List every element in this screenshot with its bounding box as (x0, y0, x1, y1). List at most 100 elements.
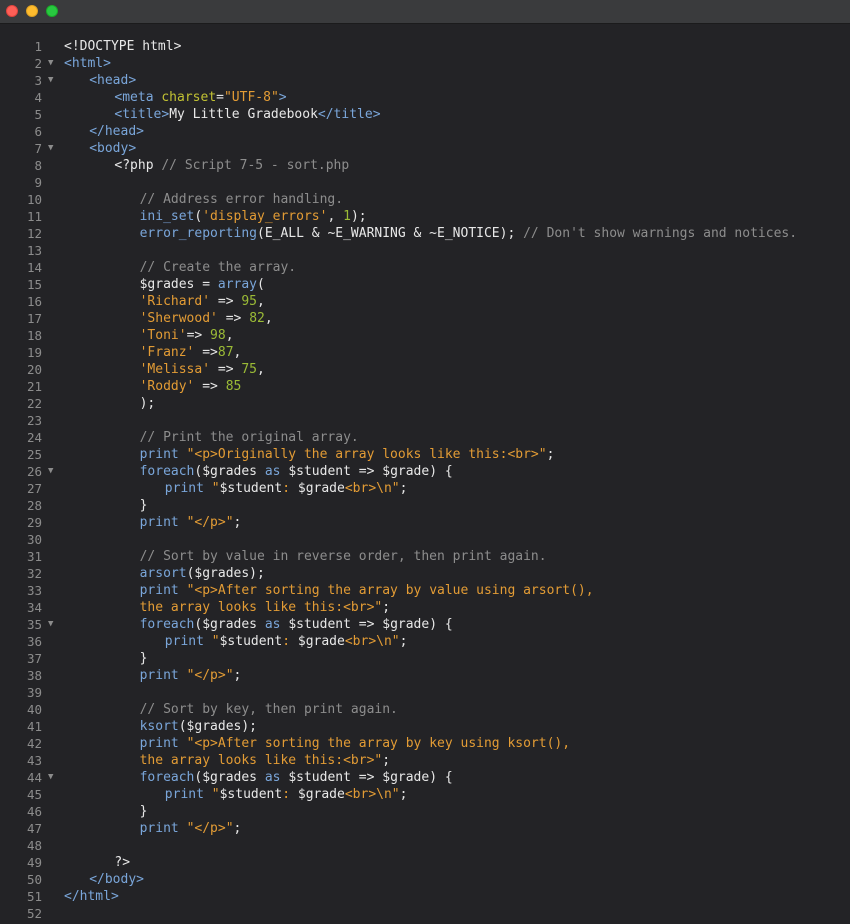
code-line[interactable]: 48 (0, 837, 850, 854)
line-text: <html> (64, 55, 111, 72)
code-token: // Sort by value in reverse order, then … (139, 549, 547, 564)
code-line[interactable]: 45 print "$student: $grade<br>\n"; (0, 786, 850, 803)
code-line[interactable]: 7 ▼ <body> (0, 140, 850, 157)
code-line[interactable]: 23 (0, 412, 850, 429)
fold-arrow-icon[interactable]: ▼ (48, 769, 53, 786)
code-line[interactable]: 17 'Sherwood' => 82, (0, 310, 850, 327)
code-line[interactable]: 29 print "</p>"; (0, 514, 850, 531)
code-line[interactable]: 24 // Print the original array. (0, 429, 850, 446)
code-line[interactable]: 43 the array looks like this:<br>"; (0, 752, 850, 769)
code-token: "UTF-8" (223, 90, 279, 105)
code-token: ?> (114, 855, 131, 870)
code-line[interactable]: 32 arsort($grades); (0, 565, 850, 582)
code-token: <title> (114, 107, 170, 122)
code-token: ; (382, 600, 391, 615)
code-token: : (282, 481, 298, 496)
code-line[interactable]: 16 'Richard' => 95, (0, 293, 850, 310)
code-line[interactable]: 28} (0, 497, 850, 514)
code-line[interactable]: 44 ▼ foreach($grades as $student => $grade… (0, 769, 850, 786)
fold-arrow-icon[interactable]: ▼ (48, 463, 53, 480)
code-editor[interactable]: 1 <!DOCTYPE html> 2 ▼ <html> 3 ▼ <head> 4 <meta c… (0, 24, 850, 924)
line-number: 23 (26, 413, 42, 428)
code-line[interactable]: 37} (0, 650, 850, 667)
code-line[interactable]: 33 print "<p>After sorting the array by v… (0, 582, 850, 599)
code-line[interactable]: 35 ▼ foreach($grades as $student => $grade… (0, 616, 850, 633)
code-token: ); (139, 396, 156, 411)
code-line[interactable]: 11 ini_set('display_errors', 1); (0, 208, 850, 225)
code-token: 82 (249, 311, 265, 326)
line-text: } (140, 803, 148, 820)
code-line[interactable]: 5 <title>My Little Gradebook</title> (0, 106, 850, 123)
fold-arrow-icon[interactable]: ▼ (48, 616, 53, 633)
code-token: print (139, 668, 179, 683)
line-number: 24 (26, 430, 42, 445)
line-number: 47 (26, 821, 42, 836)
code-line[interactable]: 25 print "<p>Originally the array looks l… (0, 446, 850, 463)
close-button[interactable] (6, 5, 18, 17)
code-line[interactable]: 12 error_reporting(E_ALL & ~E_WARNING & ~… (0, 225, 850, 242)
code-token: </title> (317, 107, 381, 122)
code-token: $grade (297, 634, 345, 649)
code-token: ; (399, 787, 408, 802)
line-number: 5 (34, 107, 42, 122)
fold-arrow-icon[interactable]: ▼ (48, 72, 53, 89)
code-line[interactable]: 47 print "</p>"; (0, 820, 850, 837)
code-line[interactable]: 34 the array looks like this:<br>"; (0, 599, 850, 616)
code-line[interactable]: 26 ▼ foreach($grades as $student => $grade… (0, 463, 850, 480)
code-token: "<p>After sorting the array by key using… (186, 736, 571, 751)
code-token: ; (382, 753, 391, 768)
line-number: 19 (26, 345, 42, 360)
minimize-button[interactable] (26, 5, 38, 17)
code-line[interactable]: 4 <meta charset="UTF-8"> (0, 89, 850, 106)
line-text: <head> (89, 72, 136, 89)
code-token: "</p>" (186, 515, 234, 530)
code-line[interactable]: 30 (0, 531, 850, 548)
code-line[interactable]: 20 'Melissa' => 75, (0, 361, 850, 378)
code-line[interactable]: 51 </html> (0, 888, 850, 905)
code-line[interactable]: 2 ▼ <html> (0, 55, 850, 72)
code-line[interactable]: 50 </body> (0, 871, 850, 888)
code-token: <br>\n" (344, 481, 400, 496)
code-token: My Little Gradebook (169, 107, 318, 122)
code-line[interactable]: 42 print "<p>After sorting the array by k… (0, 735, 850, 752)
fold-arrow-icon[interactable]: ▼ (48, 55, 53, 72)
code-line[interactable]: 3 ▼ <head> (0, 72, 850, 89)
code-line[interactable]: 13 (0, 242, 850, 259)
code-line[interactable]: 18 'Toni'=> 98, (0, 327, 850, 344)
code-line[interactable]: 8 <?php // Script 7-5 - sort.php (0, 157, 850, 174)
code-line[interactable]: 14 // Create the array. (0, 259, 850, 276)
fold-arrow-icon[interactable]: ▼ (48, 140, 53, 157)
code-line[interactable]: 49 ?> (0, 854, 850, 871)
code-line[interactable]: 1 <!DOCTYPE html> (0, 38, 850, 55)
code-line[interactable]: 27 print "$student: $grade<br>\n"; (0, 480, 850, 497)
maximize-button[interactable] (46, 5, 58, 17)
code-token: "<p>Originally the array looks like this… (186, 447, 547, 462)
code-line[interactable]: 21 'Roddy' => 85 (0, 378, 850, 395)
line-text: <title>My Little Gradebook</title> (114, 106, 380, 123)
code-line[interactable]: 52 (0, 905, 850, 922)
code-line[interactable]: 41 ksort($grades); (0, 718, 850, 735)
code-line[interactable]: 22); (0, 395, 850, 412)
code-line[interactable]: 19 'Franz' =>87, (0, 344, 850, 361)
code-line[interactable]: 31 // Sort by value in reverse order, the… (0, 548, 850, 565)
code-line[interactable]: 39 (0, 684, 850, 701)
code-area[interactable]: 1 <!DOCTYPE html> 2 ▼ <html> 3 ▼ <head> 4 <meta c… (0, 38, 850, 922)
code-token: <head> (89, 73, 137, 88)
code-line[interactable]: 15 $grades = array( (0, 276, 850, 293)
code-token: ( (257, 277, 265, 292)
line-text: print "</p>"; (140, 514, 242, 531)
code-token: print (139, 583, 179, 598)
code-token: $student (219, 634, 283, 649)
code-token: " (211, 481, 220, 496)
code-line[interactable]: 9 (0, 174, 850, 191)
code-line[interactable]: 10 // Address error handling. (0, 191, 850, 208)
code-line[interactable]: 6 </head> (0, 123, 850, 140)
line-text: <body> (89, 140, 136, 157)
code-line[interactable]: 38 print "</p>"; (0, 667, 850, 684)
code-line[interactable]: 40 // Sort by key, then print again. (0, 701, 850, 718)
line-number: 29 (26, 515, 42, 530)
code-token: // Create the array. (139, 260, 297, 275)
code-line[interactable]: 46} (0, 803, 850, 820)
line-number: 51 (26, 889, 42, 904)
code-line[interactable]: 36 print "$student: $grade<br>\n"; (0, 633, 850, 650)
